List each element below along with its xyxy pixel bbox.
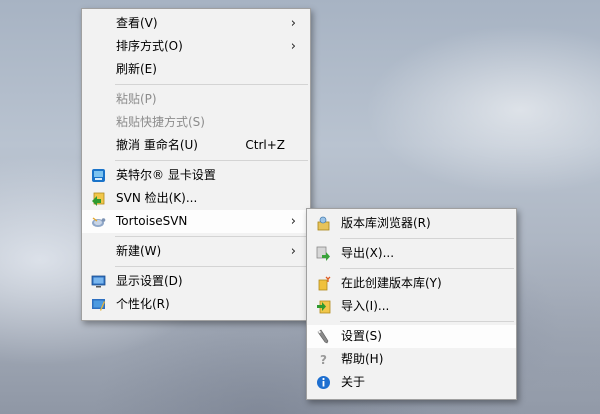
tortoisesvn-icon <box>92 217 106 227</box>
menu-separator <box>340 238 514 239</box>
menu-item-paste-shortcut[interactable]: 粘贴快捷方式(S) <box>82 111 310 134</box>
menu-item-label: 导出(X)... <box>341 246 395 260</box>
personalize-icon <box>92 299 105 311</box>
chevron-right-icon: › <box>290 214 296 229</box>
menu-separator <box>115 266 308 267</box>
help-icon: ? <box>320 353 327 367</box>
svg-text:?: ? <box>320 353 327 367</box>
menu-item-label: 撤消 重命名(U) <box>116 138 198 152</box>
menu-item-tortoisesvn[interactable]: TortoiseSVN › <box>82 210 310 233</box>
menu-item-label: 帮助(H) <box>341 352 384 366</box>
menu-item-repo-browser[interactable]: 版本库浏览器(R) <box>307 212 516 235</box>
menu-item-personalize[interactable]: 个性化(R) <box>82 293 310 316</box>
svn-checkout-icon <box>92 192 105 206</box>
import-icon <box>317 300 331 314</box>
menu-item-create-repo-here[interactable]: 在此创建版本库(Y) <box>307 272 516 295</box>
menu-item-view[interactable]: 查看(V) › <box>82 12 310 35</box>
menu-item-import[interactable]: 导入(I)... <box>307 295 516 318</box>
menu-item-intel-graphics[interactable]: 英特尔® 显卡设置 <box>82 164 310 187</box>
menu-separator <box>115 160 308 161</box>
menu-item-label: 个性化(R) <box>116 297 170 311</box>
menu-item-display-settings[interactable]: 显示设置(D) <box>82 270 310 293</box>
menu-item-label: 英特尔® 显卡设置 <box>116 168 216 182</box>
menu-item-about[interactable]: 关于 <box>307 371 516 394</box>
intel-graphics-icon <box>92 169 105 182</box>
menu-item-refresh[interactable]: 刷新(E) <box>82 58 310 81</box>
menu-separator <box>340 321 514 322</box>
menu-separator <box>340 268 514 269</box>
menu-item-settings[interactable]: 设置(S) <box>307 325 516 348</box>
settings-wrench-icon <box>317 329 329 344</box>
menu-item-label: 粘贴快捷方式(S) <box>116 115 205 129</box>
menu-item-label: 排序方式(O) <box>116 39 183 53</box>
menu-item-label: 导入(I)... <box>341 299 390 313</box>
shortcut-text: Ctrl+Z <box>245 138 285 152</box>
menu-item-label: SVN 检出(K)... <box>116 191 198 205</box>
info-icon <box>317 376 330 389</box>
tortoisesvn-submenu: 版本库浏览器(R) 导出(X)... 在此创建版本库(Y) 导入(I)... 设… <box>306 208 517 400</box>
chevron-right-icon: › <box>290 16 296 31</box>
menu-item-label: 版本库浏览器(R) <box>341 216 431 230</box>
menu-item-label: 显示设置(D) <box>116 274 183 288</box>
chevron-right-icon: › <box>290 39 296 54</box>
menu-item-paste[interactable]: 粘贴(P) <box>82 88 310 111</box>
menu-item-label: TortoiseSVN <box>116 214 188 228</box>
menu-separator <box>115 236 308 237</box>
menu-item-export[interactable]: 导出(X)... <box>307 242 516 265</box>
export-icon <box>316 246 330 261</box>
menu-separator <box>115 84 308 85</box>
display-settings-icon <box>91 275 106 288</box>
menu-item-label: 新建(W) <box>116 244 162 258</box>
menu-item-label: 关于 <box>341 375 366 389</box>
menu-item-label: 刷新(E) <box>116 62 157 76</box>
chevron-right-icon: › <box>290 244 296 259</box>
menu-item-label: 查看(V) <box>116 16 158 30</box>
menu-item-sort-by[interactable]: 排序方式(O) › <box>82 35 310 58</box>
create-repo-icon <box>318 276 331 291</box>
menu-item-label: 粘贴(P) <box>116 92 157 106</box>
menu-item-undo-rename[interactable]: 撤消 重命名(U) Ctrl+Z <box>82 134 310 157</box>
menu-item-label: 设置(S) <box>341 329 382 343</box>
menu-item-new[interactable]: 新建(W) › <box>82 240 310 263</box>
menu-item-help[interactable]: ? 帮助(H) <box>307 348 516 371</box>
repo-browser-icon <box>317 216 330 231</box>
menu-item-svn-checkout[interactable]: SVN 检出(K)... <box>82 187 310 210</box>
desktop-context-menu: 查看(V) › 排序方式(O) › 刷新(E) 粘贴(P) 粘贴快捷方式(S) … <box>81 8 311 321</box>
menu-item-label: 在此创建版本库(Y) <box>341 276 442 290</box>
